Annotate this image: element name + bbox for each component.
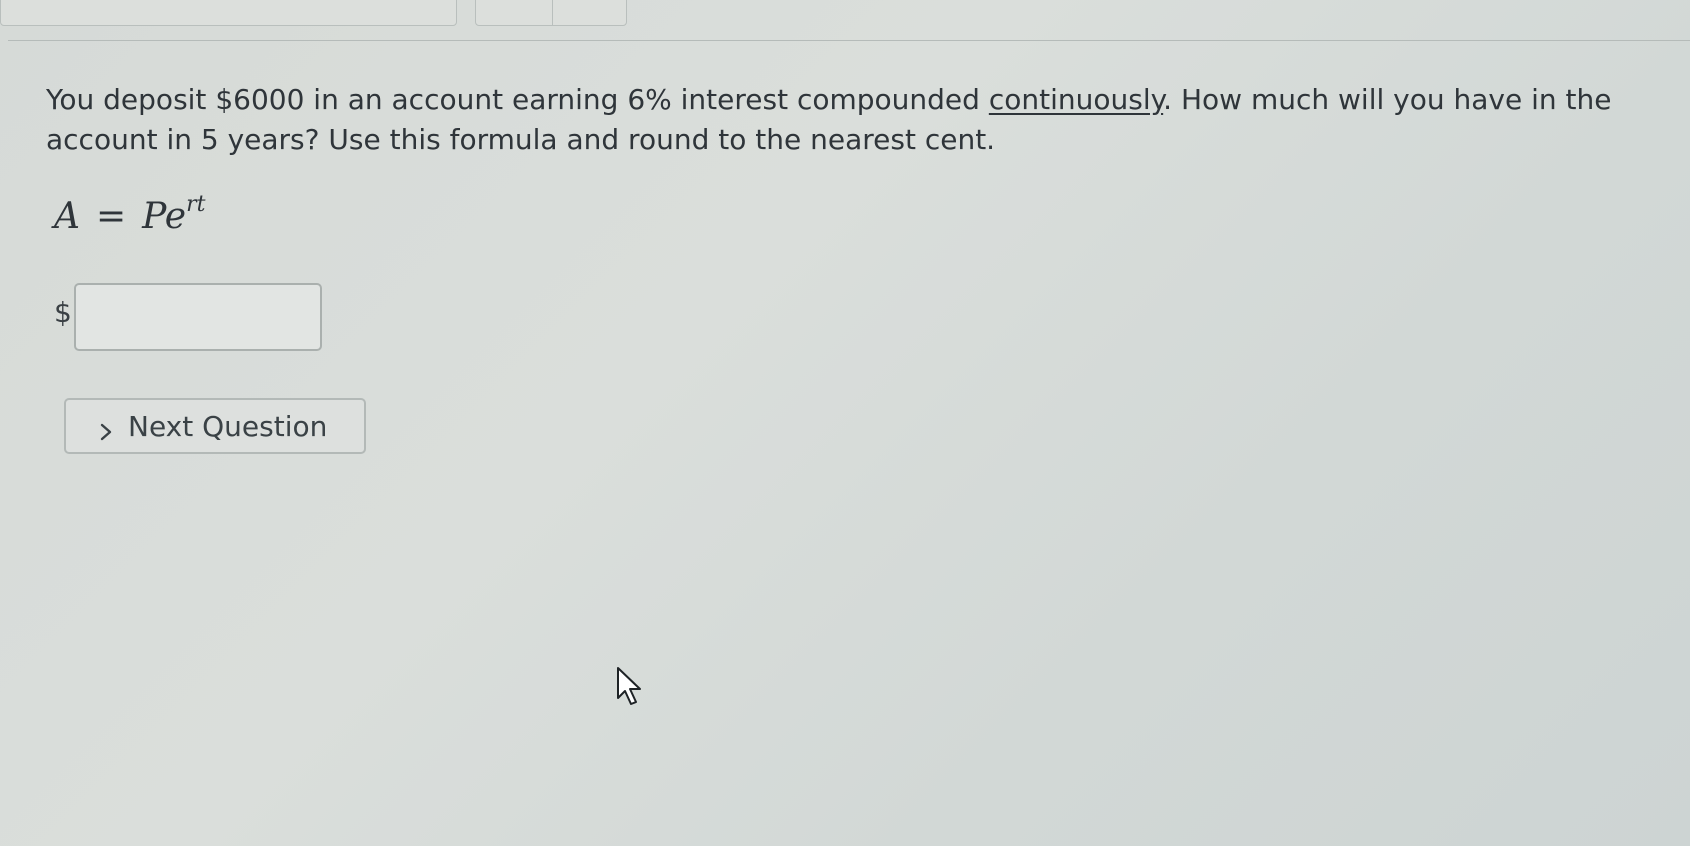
mouse-cursor-icon bbox=[616, 666, 646, 708]
answer-input[interactable] bbox=[74, 283, 322, 351]
formula-lhs: A bbox=[54, 196, 80, 237]
question-underlined-word: continuously bbox=[988, 83, 1164, 116]
next-question-button[interactable]: Next Question bbox=[64, 398, 366, 454]
header-divider bbox=[8, 40, 1690, 41]
question-text-start: You deposit $6000 in an account earning … bbox=[46, 83, 989, 116]
currency-symbol: $ bbox=[54, 296, 72, 329]
question-nav-tabs[interactable] bbox=[475, 0, 627, 26]
next-question-label: Next Question bbox=[128, 409, 328, 443]
question-tab[interactable] bbox=[0, 0, 457, 26]
formula-base: Pe bbox=[142, 196, 187, 237]
formula-exponent: rt bbox=[186, 192, 206, 217]
chevron-right-icon bbox=[96, 416, 116, 441]
formula-equals: = bbox=[96, 196, 127, 237]
formula: A = Pert bbox=[54, 192, 205, 237]
question-text: You deposit $6000 in an account earning … bbox=[46, 80, 1646, 160]
